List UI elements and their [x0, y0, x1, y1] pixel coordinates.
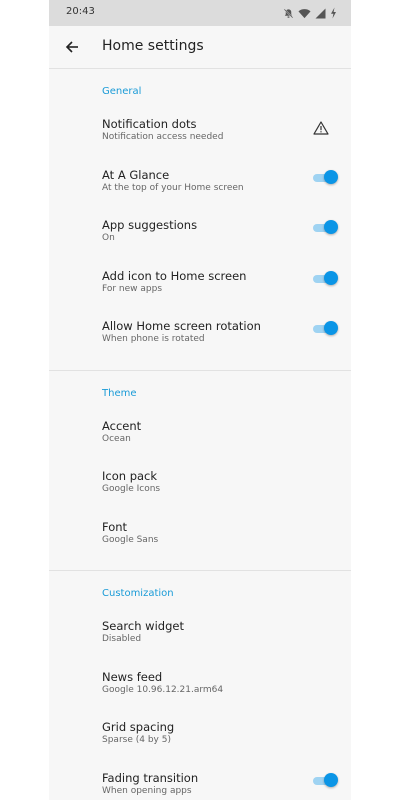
setting-title: Fading transition — [102, 770, 199, 785]
section-header-label: General — [102, 86, 142, 97]
battery-charging-icon — [331, 7, 336, 19]
setting-subtitle: When opening apps — [102, 785, 192, 796]
page-title: Home settings — [102, 38, 204, 54]
settings-list: General Notification dots Notification a… — [49, 69, 351, 800]
setting-icon-pack[interactable]: Icon pack Google Icons — [49, 463, 351, 514]
status-bar: 20:43 — [49, 0, 351, 26]
setting-subtitle: For new apps — [102, 283, 163, 294]
setting-app-suggestions[interactable]: App suggestions On — [49, 212, 351, 263]
setting-fading-transition[interactable]: Fading transition When opening apps — [49, 765, 351, 800]
warning-icon — [313, 121, 329, 135]
fading-transition-toggle[interactable] — [313, 772, 338, 789]
section-general: General Notification dots Notification a… — [49, 69, 351, 371]
section-header: Customization — [49, 571, 351, 613]
section-header: General — [49, 69, 351, 111]
back-button[interactable] — [60, 35, 84, 59]
setting-title: Font — [102, 519, 128, 534]
setting-title: Grid spacing — [102, 720, 175, 734]
setting-news-feed[interactable]: News feed Google 10.96.12.21.arm64 — [49, 664, 351, 715]
section-customization: Customization Search widget Disabled New… — [49, 571, 351, 800]
section-header-label: Theme — [102, 387, 137, 399]
setting-title: Search widget — [102, 619, 184, 633]
setting-title: Accent — [102, 418, 142, 433]
setting-subtitle: Google 10.96.12.21.arm64 — [102, 684, 224, 695]
setting-search-widget[interactable]: Search widget Disabled — [49, 613, 351, 664]
setting-at-a-glance[interactable]: At A Glance At the top of your Home scre… — [49, 162, 351, 213]
setting-title: App suggestions — [102, 218, 198, 232]
signal-icon — [315, 8, 326, 18]
bell-off-icon — [283, 8, 294, 18]
setting-subtitle: Ocean — [102, 433, 131, 444]
setting-title: Allow Home screen rotation — [102, 319, 261, 333]
setting-add-icon[interactable]: Add icon to Home screen For new apps — [49, 263, 351, 314]
setting-subtitle: Google Sans — [102, 534, 159, 545]
app-suggestions-toggle[interactable] — [313, 220, 338, 236]
setting-title: At A Glance — [102, 167, 170, 182]
app-bar: Home settings — [49, 26, 351, 69]
add-icon-toggle[interactable] — [313, 270, 338, 287]
setting-title: News feed — [102, 669, 163, 684]
setting-title: Notification dots — [102, 117, 197, 131]
setting-font[interactable]: Font Google Sans — [49, 514, 351, 565]
section-theme: Theme Accent Ocean Icon pack Google Icon… — [49, 371, 351, 571]
at-a-glance-toggle[interactable] — [313, 169, 338, 186]
setting-title: Icon pack — [102, 469, 158, 483]
phone-screen: 20:43 Home settings General Notification… — [49, 0, 351, 800]
setting-notification-dots[interactable]: Notification dots Notification access ne… — [49, 111, 351, 162]
setting-grid-spacing[interactable]: Grid spacing Sparse (4 by 5) — [49, 714, 351, 765]
setting-title: Add icon to Home screen — [102, 268, 247, 283]
setting-rotation[interactable]: Allow Home screen rotation When phone is… — [49, 313, 351, 364]
wifi-icon — [298, 8, 311, 18]
setting-subtitle: At the top of your Home screen — [102, 182, 244, 193]
setting-subtitle: On — [102, 233, 115, 243]
section-header: Theme — [49, 371, 351, 413]
setting-subtitle: Disabled — [102, 634, 142, 644]
rotation-toggle[interactable] — [313, 321, 338, 337]
section-header-label: Customization — [102, 588, 174, 599]
status-icons — [283, 5, 337, 21]
arrow-left-icon — [65, 41, 78, 53]
setting-accent[interactable]: Accent Ocean — [49, 413, 351, 464]
status-time: 20:43 — [66, 6, 95, 17]
setting-subtitle: Sparse (4 by 5) — [102, 735, 171, 745]
setting-subtitle: Notification access needed — [102, 132, 224, 142]
setting-subtitle: When phone is rotated — [102, 334, 205, 344]
setting-subtitle: Google Icons — [102, 484, 161, 494]
